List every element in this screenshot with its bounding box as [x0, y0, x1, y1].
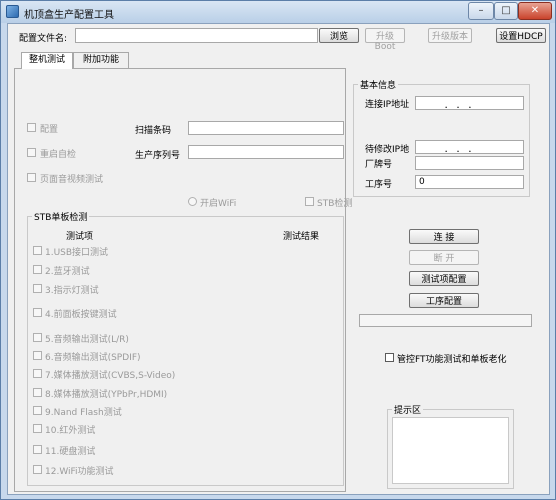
- test-item-label: 12.WiFi功能测试: [45, 467, 114, 477]
- modify-ip-dots: ． ． ．: [444, 145, 477, 155]
- title-bar[interactable]: 机顶盒生产配置工具 – □ ✕: [1, 1, 555, 23]
- vendor-input[interactable]: [415, 156, 524, 170]
- process-input[interactable]: 0: [415, 175, 524, 189]
- test-item-checkbox[interactable]: [33, 369, 42, 378]
- serial-number-label: 生产序列号: [135, 151, 181, 161]
- main-panel: 配置文件名: 浏览 升级Boot 升级版本 设置HDCP 整机测试 附加功能 配…: [7, 23, 550, 495]
- upgrade-version-button[interactable]: 升级版本: [428, 28, 472, 43]
- test-item-checkbox[interactable]: [33, 308, 42, 317]
- scan-barcode-label: 扫描条码: [135, 126, 172, 136]
- maximize-button[interactable]: □: [494, 2, 518, 20]
- test-item-header: 测试项: [66, 232, 94, 242]
- connect-button[interactable]: 连 接: [409, 229, 479, 244]
- test-item-label: 11.硬盘测试: [45, 447, 96, 457]
- connect-ip-dots: ． ． ．: [444, 101, 477, 111]
- stb-board-title: STB单板检测: [32, 210, 90, 223]
- test-item-checkbox[interactable]: [33, 388, 42, 397]
- test-item-label: 4.前面板按键测试: [45, 310, 117, 320]
- ft-aging-label: 管控FT功能测试和单板老化: [397, 355, 507, 365]
- process-config-button[interactable]: 工序配置: [409, 293, 479, 308]
- open-wifi-radio[interactable]: [188, 197, 197, 206]
- open-wifi-label: 开启WiFi: [200, 199, 237, 209]
- app-window: 机顶盒生产配置工具 – □ ✕ 配置文件名: 浏览 升级Boot 升级版本 设置…: [0, 0, 556, 500]
- disconnect-button[interactable]: 断 开: [409, 250, 479, 265]
- test-result-header: 测试结果: [283, 232, 320, 242]
- test-item-label: 2.蓝牙测试: [45, 267, 90, 277]
- close-button[interactable]: ✕: [518, 2, 552, 20]
- test-item-checkbox[interactable]: [33, 406, 42, 415]
- test-item-label: 9.Nand Flash测试: [45, 408, 122, 418]
- config-file-label: 配置文件名:: [19, 34, 68, 44]
- test-item-checkbox[interactable]: [33, 445, 42, 454]
- av-page-test-checkbox[interactable]: [27, 173, 36, 182]
- test-item-checkbox[interactable]: [33, 333, 42, 342]
- basic-info-title: 基本信息: [358, 78, 399, 91]
- connect-ip-input[interactable]: ． ． ．: [415, 96, 524, 111]
- stb-detect-label: STB检测: [317, 199, 353, 209]
- hint-title: 提示区: [392, 403, 424, 416]
- test-item-label: 3.指示灯测试: [45, 286, 99, 296]
- scan-barcode-input[interactable]: [188, 121, 344, 135]
- test-item-checkbox[interactable]: [33, 246, 42, 255]
- set-hdcp-button[interactable]: 设置HDCP: [496, 28, 546, 43]
- minimize-button[interactable]: –: [468, 2, 494, 20]
- vendor-label: 厂牌号: [365, 160, 393, 170]
- ft-aging-checkbox[interactable]: [385, 353, 394, 362]
- window-title: 机顶盒生产配置工具: [24, 10, 114, 21]
- test-item-checkbox[interactable]: [33, 265, 42, 274]
- hint-text-area: [392, 417, 509, 484]
- tab-machine-test[interactable]: 整机测试: [21, 52, 73, 69]
- test-item-checkbox[interactable]: [33, 351, 42, 360]
- test-item-checkbox[interactable]: [33, 465, 42, 474]
- test-item-label: 7.媒体播放测试(CVBS,S-Video): [45, 371, 176, 381]
- test-item-label: 5.音频输出测试(L/R): [45, 335, 129, 345]
- test-item-label: 10.红外测试: [45, 426, 96, 436]
- progress-bar: [359, 314, 532, 327]
- reboot-selftest-label: 重启自检: [40, 150, 77, 160]
- connect-ip-label: 连接IP地址: [365, 100, 410, 110]
- modify-ip-input[interactable]: ． ． ．: [415, 140, 524, 155]
- upgrade-boot-button[interactable]: 升级Boot: [365, 28, 405, 52]
- test-item-label: 6.音频输出测试(SPDIF): [45, 353, 141, 363]
- config-checkbox-label: 配置: [40, 125, 59, 135]
- config-checkbox[interactable]: [27, 123, 36, 132]
- test-item-checkbox[interactable]: [33, 284, 42, 293]
- test-config-button[interactable]: 测试项配置: [409, 271, 479, 286]
- modify-ip-label: 待修改IP地: [365, 145, 410, 155]
- config-file-input[interactable]: [75, 28, 318, 43]
- test-item-label: 1.USB接口测试: [45, 248, 109, 258]
- test-item-checkbox[interactable]: [33, 424, 42, 433]
- browse-button[interactable]: 浏览: [319, 28, 359, 43]
- av-page-test-label: 页面音视频测试: [40, 175, 104, 185]
- serial-number-input[interactable]: [188, 145, 344, 159]
- tab-additional-functions[interactable]: 附加功能: [73, 52, 129, 68]
- reboot-selftest-checkbox[interactable]: [27, 148, 36, 157]
- test-item-label: 8.媒体播放测试(YPbPr,HDMI): [45, 390, 168, 400]
- app-icon: [6, 5, 19, 18]
- stb-detect-checkbox[interactable]: [305, 197, 314, 206]
- process-label: 工序号: [365, 180, 393, 190]
